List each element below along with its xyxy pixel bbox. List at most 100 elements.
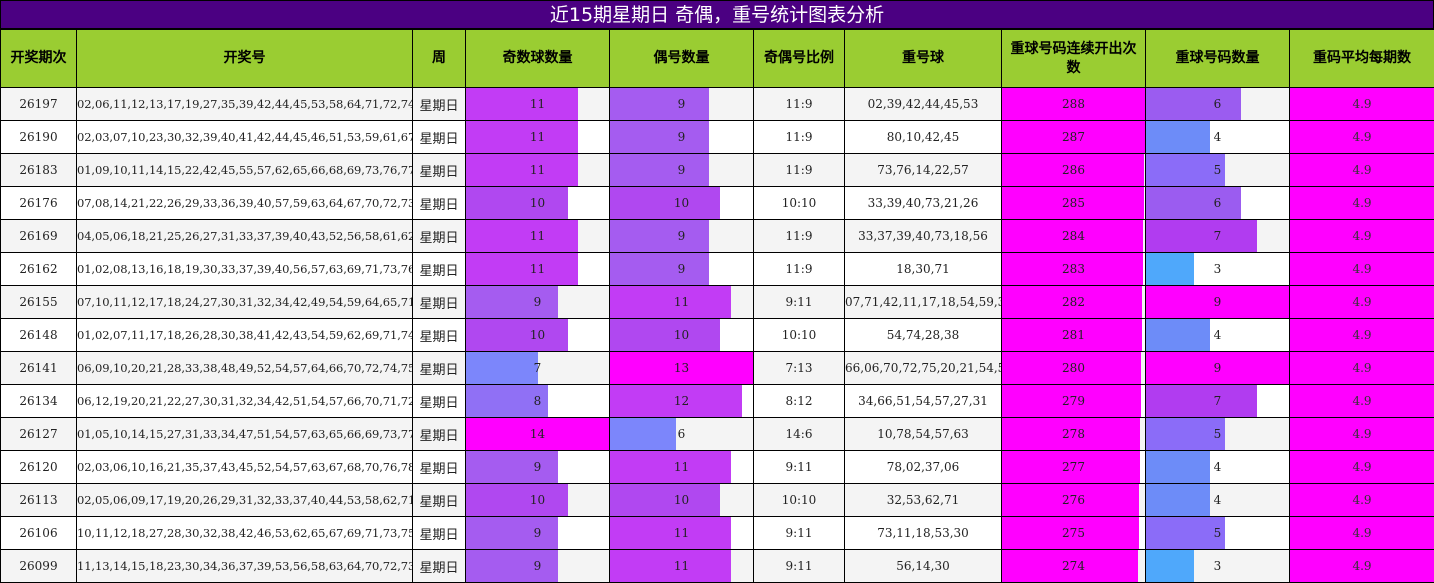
even-count-cell-value: 12 <box>673 394 690 408</box>
even-count-cell-value: 11 <box>673 460 690 474</box>
odd-count-cell: 9 <box>465 516 610 550</box>
week-cell: 星期日 <box>412 516 466 550</box>
repeat-balls-cell: 07,71,42,11,17,18,54,59,30 <box>844 285 1002 319</box>
header-numbers: 开奖号 <box>76 29 413 88</box>
repeat-count-cell-value: 3 <box>1213 262 1222 276</box>
repeat-balls-cell: 33,37,39,40,73,18,56 <box>844 219 1002 253</box>
ratio-cell: 9:11 <box>753 549 845 583</box>
week-cell: 星期日 <box>412 483 466 517</box>
issue-cell: 26141 <box>0 351 77 385</box>
consecutive-cell-value: 281 <box>1062 328 1085 342</box>
repeat-balls-cell: 10,78,54,57,63 <box>844 417 1002 451</box>
odd-count-cell: 10 <box>465 318 610 352</box>
consecutive-cell: 278 <box>1001 417 1146 451</box>
even-count-cell-value: 10 <box>673 328 690 342</box>
consecutive-cell: 277 <box>1001 450 1146 484</box>
repeat-count-cell-bar <box>1146 187 1242 219</box>
consecutive-cell: 286 <box>1001 153 1146 187</box>
even-count-cell-bar <box>610 253 709 285</box>
odd-count-cell-bar <box>466 286 558 318</box>
consecutive-cell-value: 279 <box>1062 394 1085 408</box>
even-count-cell-bar <box>610 154 709 186</box>
repeat-count-cell-value: 9 <box>1213 361 1222 375</box>
week-cell: 星期日 <box>412 87 466 121</box>
even-count-cell: 13 <box>609 351 754 385</box>
table-row: 26127 01,05,10,14,15,27,31,33,34,47,51,54… <box>0 417 1434 451</box>
repeat-count-cell: 4 <box>1145 450 1290 484</box>
repeat-count-cell-value: 6 <box>1213 196 1222 210</box>
table-row: 26155 07,10,11,12,17,18,24,27,30,31,32,34… <box>0 285 1434 319</box>
avg-cell: 4.9 <box>1289 87 1434 121</box>
page: 近15期星期日 奇偶，重号统计图表分析 开奖期次 开奖号 周 奇数球数量 偶号数… <box>0 0 1434 583</box>
odd-count-cell-value: 9 <box>533 295 542 309</box>
repeat-count-cell-value: 4 <box>1213 493 1222 507</box>
odd-count-cell-bar <box>466 88 579 120</box>
issue-cell: 26155 <box>0 285 77 319</box>
table-row: 26176 07,08,14,21,22,26,29,33,36,39,40,57… <box>0 186 1434 220</box>
issue-cell: 26127 <box>0 417 77 451</box>
table-row: 26197 02,06,11,12,13,17,19,27,35,39,42,44… <box>0 87 1434 121</box>
header-repeat-balls: 重号球 <box>844 29 1002 88</box>
issue-cell: 26113 <box>0 483 77 517</box>
repeat-count-cell-value: 5 <box>1213 163 1222 177</box>
even-count-cell-bar <box>610 187 720 219</box>
consecutive-cell-value: 282 <box>1062 295 1085 309</box>
odd-count-cell-value: 9 <box>533 559 542 573</box>
table-row: 26169 04,05,06,18,21,25,26,27,31,33,37,39… <box>0 219 1434 253</box>
even-count-cell: 6 <box>609 417 754 451</box>
odd-count-cell-bar <box>466 253 579 285</box>
consecutive-cell: 279 <box>1001 384 1146 418</box>
even-count-cell-value: 11 <box>673 295 690 309</box>
even-count-cell-bar <box>610 418 676 450</box>
odd-count-cell-bar <box>466 154 579 186</box>
odd-count-cell: 9 <box>465 285 610 319</box>
numbers-cell: 10,11,12,18,27,28,30,32,38,42,46,53,62,6… <box>76 516 413 550</box>
odd-count-cell-bar <box>466 451 558 483</box>
repeat-count-cell-value: 9 <box>1213 295 1222 309</box>
repeat-count-cell: 5 <box>1145 417 1290 451</box>
odd-count-cell: 11 <box>465 252 610 286</box>
repeat-count-cell-value: 4 <box>1213 328 1222 342</box>
odd-count-cell-value: 7 <box>533 361 542 375</box>
numbers-cell: 06,09,10,20,21,28,33,38,48,49,52,54,57,6… <box>76 351 413 385</box>
odd-count-cell-value: 11 <box>529 262 546 276</box>
consecutive-cell: 275 <box>1001 516 1146 550</box>
issue-cell: 26190 <box>0 120 77 154</box>
week-cell: 星期日 <box>412 219 466 253</box>
avg-cell: 4.9 <box>1289 186 1434 220</box>
repeat-balls-cell: 02,39,42,44,45,53 <box>844 87 1002 121</box>
week-cell: 星期日 <box>412 351 466 385</box>
ratio-cell: 9:11 <box>753 285 845 319</box>
odd-count-cell: 10 <box>465 483 610 517</box>
numbers-cell: 01,05,10,14,15,27,31,33,34,47,51,54,57,6… <box>76 417 413 451</box>
table-row: 26113 02,05,06,09,17,19,20,26,29,31,32,33… <box>0 483 1434 517</box>
even-count-cell-value: 9 <box>677 262 686 276</box>
even-count-cell-value: 6 <box>677 427 686 441</box>
even-count-cell-bar <box>610 319 720 351</box>
even-count-cell: 11 <box>609 549 754 583</box>
avg-cell: 4.9 <box>1289 318 1434 352</box>
ratio-cell: 8:12 <box>753 384 845 418</box>
consecutive-cell: 284 <box>1001 219 1146 253</box>
repeat-count-cell: 4 <box>1145 483 1290 517</box>
numbers-cell: 01,02,08,13,16,18,19,30,33,37,39,40,56,5… <box>76 252 413 286</box>
repeat-count-cell: 9 <box>1145 351 1290 385</box>
odd-count-cell-value: 9 <box>533 526 542 540</box>
even-count-cell-value: 10 <box>673 196 690 210</box>
repeat-count-cell-bar <box>1146 319 1210 351</box>
issue-cell: 26169 <box>0 219 77 253</box>
odd-count-cell-value: 10 <box>529 328 546 342</box>
table-row: 26190 02,03,07,10,23,30,32,39,40,41,42,44… <box>0 120 1434 154</box>
odd-count-cell-bar <box>466 484 569 516</box>
even-count-cell-value: 11 <box>673 559 690 573</box>
header-row: 开奖期次 开奖号 周 奇数球数量 偶号数量 奇偶号比例 重号球 重球号码连续开出… <box>0 29 1434 88</box>
numbers-cell: 02,03,07,10,23,30,32,39,40,41,42,44,45,4… <box>76 120 413 154</box>
repeat-count-cell-value: 3 <box>1213 559 1222 573</box>
header-ratio: 奇偶号比例 <box>753 29 845 88</box>
numbers-cell: 02,05,06,09,17,19,20,26,29,31,32,33,37,4… <box>76 483 413 517</box>
odd-count-cell: 11 <box>465 219 610 253</box>
ratio-cell: 9:11 <box>753 516 845 550</box>
even-count-cell: 10 <box>609 186 754 220</box>
repeat-count-cell-bar <box>1146 121 1210 153</box>
consecutive-cell: 274 <box>1001 549 1146 583</box>
